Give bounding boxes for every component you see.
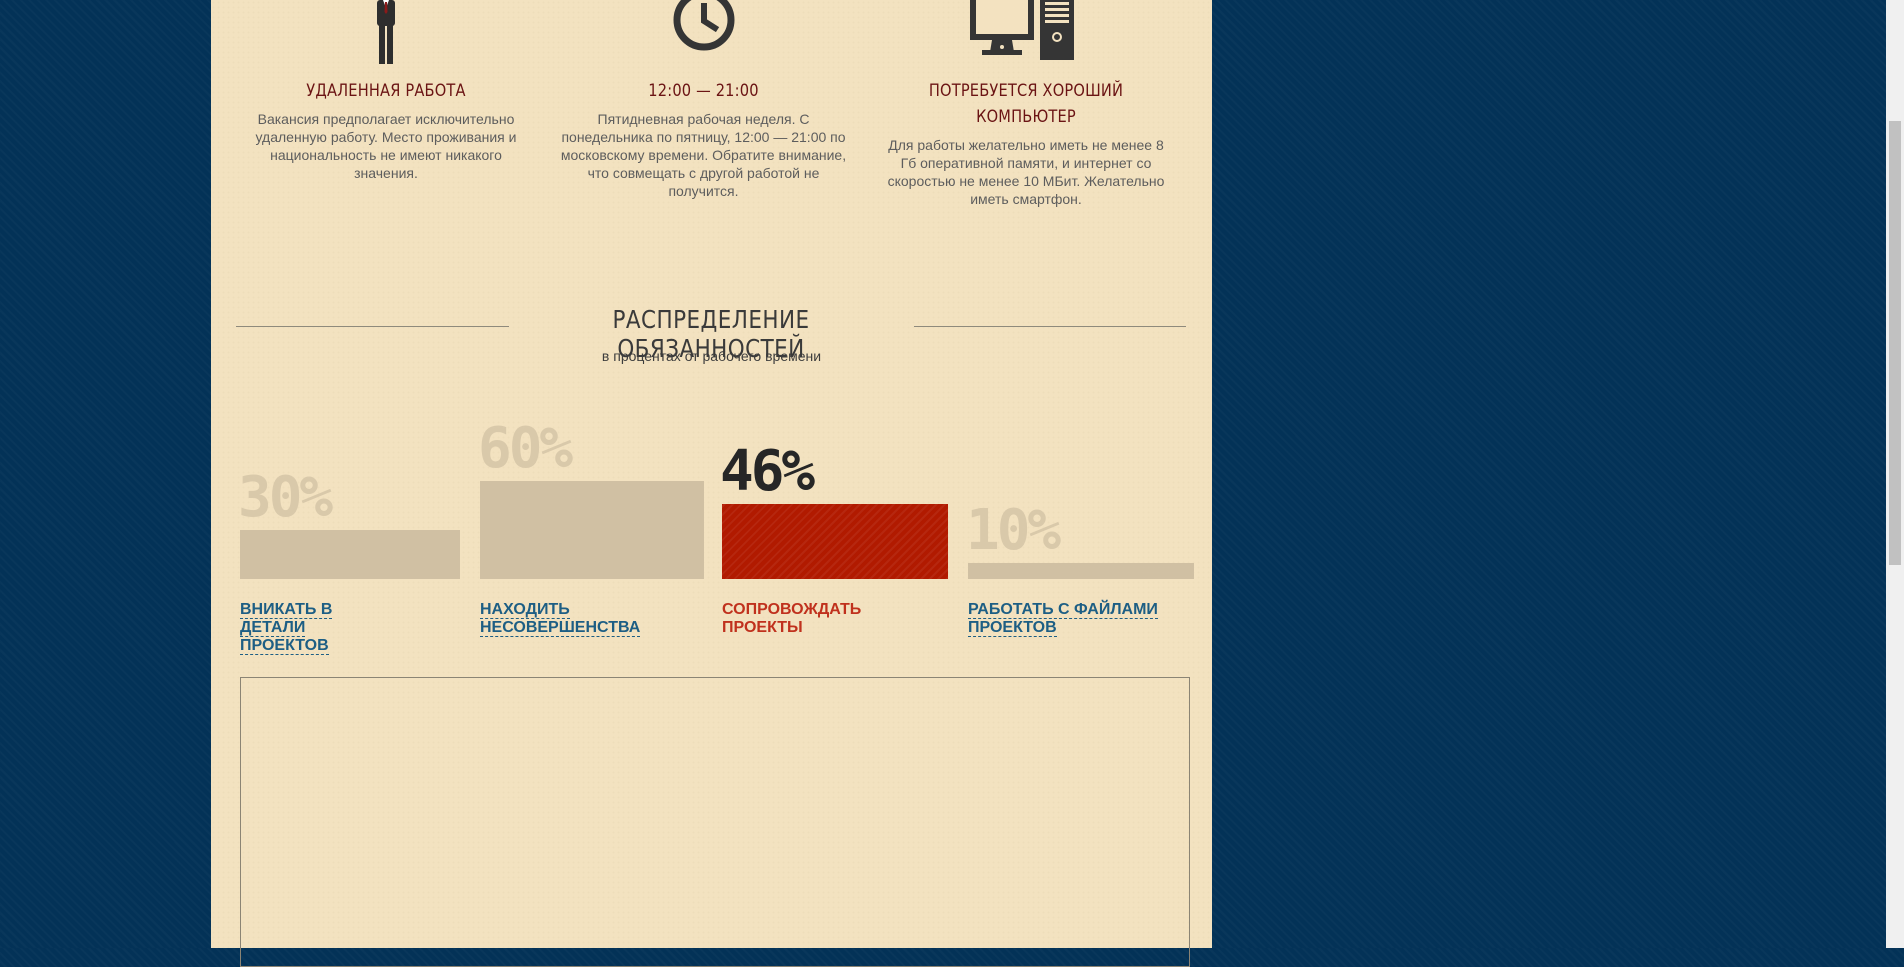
duty-label-text: НАХОДИТЬ НЕСОВЕРШЕНСТВА (480, 601, 641, 637)
duty-label-text: ВНИКАТЬ В ДЕТАЛИ ПРОЕКТОВ (240, 601, 333, 655)
scrollbar[interactable] (1886, 0, 1904, 948)
duty-label[interactable]: ВНИКАТЬ В ДЕТАЛИ ПРОЕКТОВ (240, 601, 360, 655)
computer-icon (970, 0, 1074, 60)
clock-icon (673, 0, 735, 51)
feature-title: ПОТРЕБУЕТСЯ ХОРОШИЙ КОМПЬЮТЕР (928, 81, 1124, 127)
page-content: УДАЛЕННАЯ РАБОТА Вакансия предполагает и… (211, 0, 1212, 967)
duty-bar (722, 504, 948, 579)
duty-percent: 46% (720, 439, 815, 504)
duty-label-text: РАБОТАТЬ С ФАЙЛАМИ ПРОЕКТОВ (968, 601, 1158, 637)
duty-percent: 10% (966, 498, 1061, 563)
duty-bar (480, 481, 704, 579)
title-rule-left (236, 326, 509, 327)
section-subtitle: в процентах от рабочего времени (601, 348, 822, 364)
feature-title: УДАЛЕННАЯ РАБОТА (306, 81, 466, 101)
duty-bar (968, 563, 1194, 579)
feature-description: Для работы желательно иметь не менее 8 Г… (887, 137, 1165, 207)
title-rule-right (914, 326, 1186, 327)
feature-description: Вакансия предполагает исключительно удал… (255, 111, 517, 181)
duty-bar (240, 530, 460, 579)
duty-label[interactable]: РАБОТАТЬ С ФАЙЛАМИ ПРОЕКТОВ (968, 601, 1158, 637)
feature-description: Пятидневная рабочая неделя. С понедельни… (560, 111, 847, 199)
scrollbar-thumb[interactable] (1889, 121, 1901, 565)
feature-title: 12:00 — 21:00 (648, 81, 759, 101)
duty-label-text: СОПРОВОЖДАТЬ ПРОЕКТЫ (722, 601, 862, 636)
businessman-icon (377, 0, 395, 64)
duty-label[interactable]: НАХОДИТЬ НЕСОВЕРШЕНСТВА (480, 601, 670, 637)
embedded-frame[interactable] (240, 677, 1190, 967)
duty-label[interactable]: СОПРОВОЖДАТЬ ПРОЕКТЫ (722, 601, 912, 637)
duty-percent: 60% (478, 416, 573, 481)
duty-percent: 30% (238, 465, 333, 530)
